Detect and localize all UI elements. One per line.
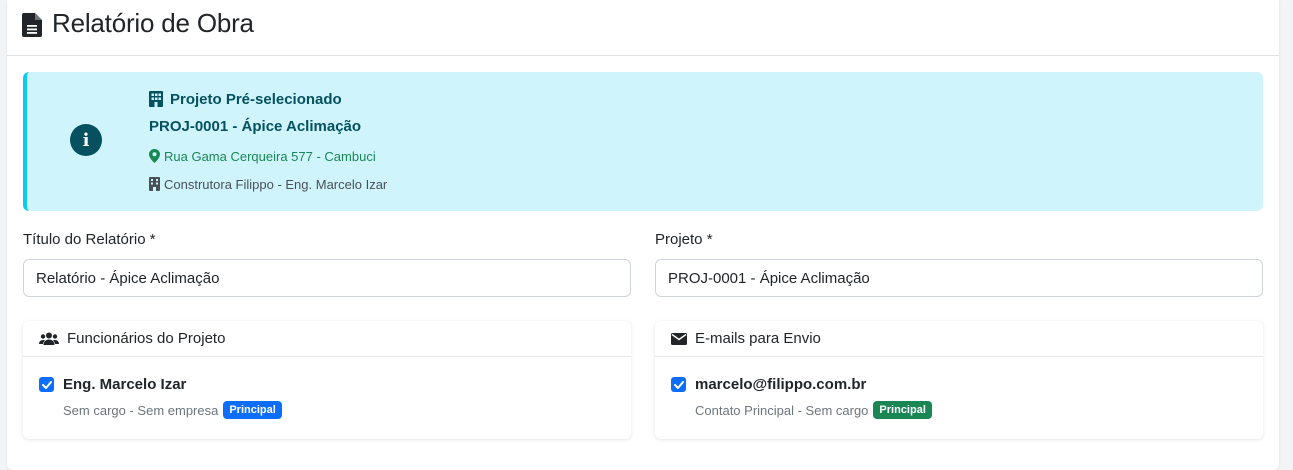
report-title-input[interactable]: Relatório - Ápice Aclimação: [23, 259, 631, 297]
file-icon: [22, 12, 42, 37]
employee-checkbox[interactable]: [39, 377, 54, 392]
emails-card: E-mails para Envio marcelo@filippo.com.b…: [655, 321, 1263, 439]
check-icon: [673, 380, 684, 389]
alert-address: Rua Gama Cerqueira 577 - Cambuci: [164, 148, 376, 164]
report-page: Relatório de Obra i Projeto Pré-selecion…: [7, 0, 1279, 470]
info-icon: i: [70, 124, 102, 156]
project-select[interactable]: PROJ-0001 - Ápice Aclimação: [655, 259, 1263, 297]
employee-item: Eng. Marcelo Izar: [39, 376, 186, 393]
project-label: Projeto *: [655, 231, 713, 248]
email-checkbox[interactable]: [671, 377, 686, 392]
page-header: Relatório de Obra: [7, 0, 1279, 56]
alert-company: Construtora Filippo - Eng. Marcelo Izar: [164, 176, 388, 192]
report-title-label: Título do Relatório *: [23, 231, 156, 248]
principal-badge: Principal: [223, 401, 282, 419]
email-item: marcelo@filippo.com.br: [671, 376, 866, 393]
emails-card-title: E-mails para Envio: [695, 330, 821, 347]
building-icon: [149, 91, 163, 107]
check-icon: [41, 380, 52, 389]
alert-heading: Projeto Pré-selecionado: [170, 90, 342, 108]
email-subtitle: Contato Principal - Sem cargo: [695, 402, 869, 418]
employees-card-title: Funcionários do Projeto: [67, 330, 226, 347]
users-icon: [39, 332, 59, 345]
preselected-project-alert: i Projeto Pré-selecionado PROJ-0001 - Áp…: [23, 72, 1263, 211]
employees-card: Funcionários do Projeto Eng. Marcelo Iza…: [23, 321, 631, 439]
employee-subtitle: Sem cargo - Sem empresa: [63, 402, 219, 418]
map-marker-icon: [149, 149, 160, 163]
principal-badge: Principal: [873, 401, 932, 419]
building-icon: [149, 177, 160, 191]
envelope-icon: [671, 332, 687, 345]
alert-project-name: PROJ-0001 - Ápice Aclimação: [149, 118, 362, 135]
page-title: Relatório de Obra: [52, 8, 254, 38]
employee-name: Eng. Marcelo Izar: [63, 376, 187, 393]
email-address: marcelo@filippo.com.br: [695, 376, 867, 393]
